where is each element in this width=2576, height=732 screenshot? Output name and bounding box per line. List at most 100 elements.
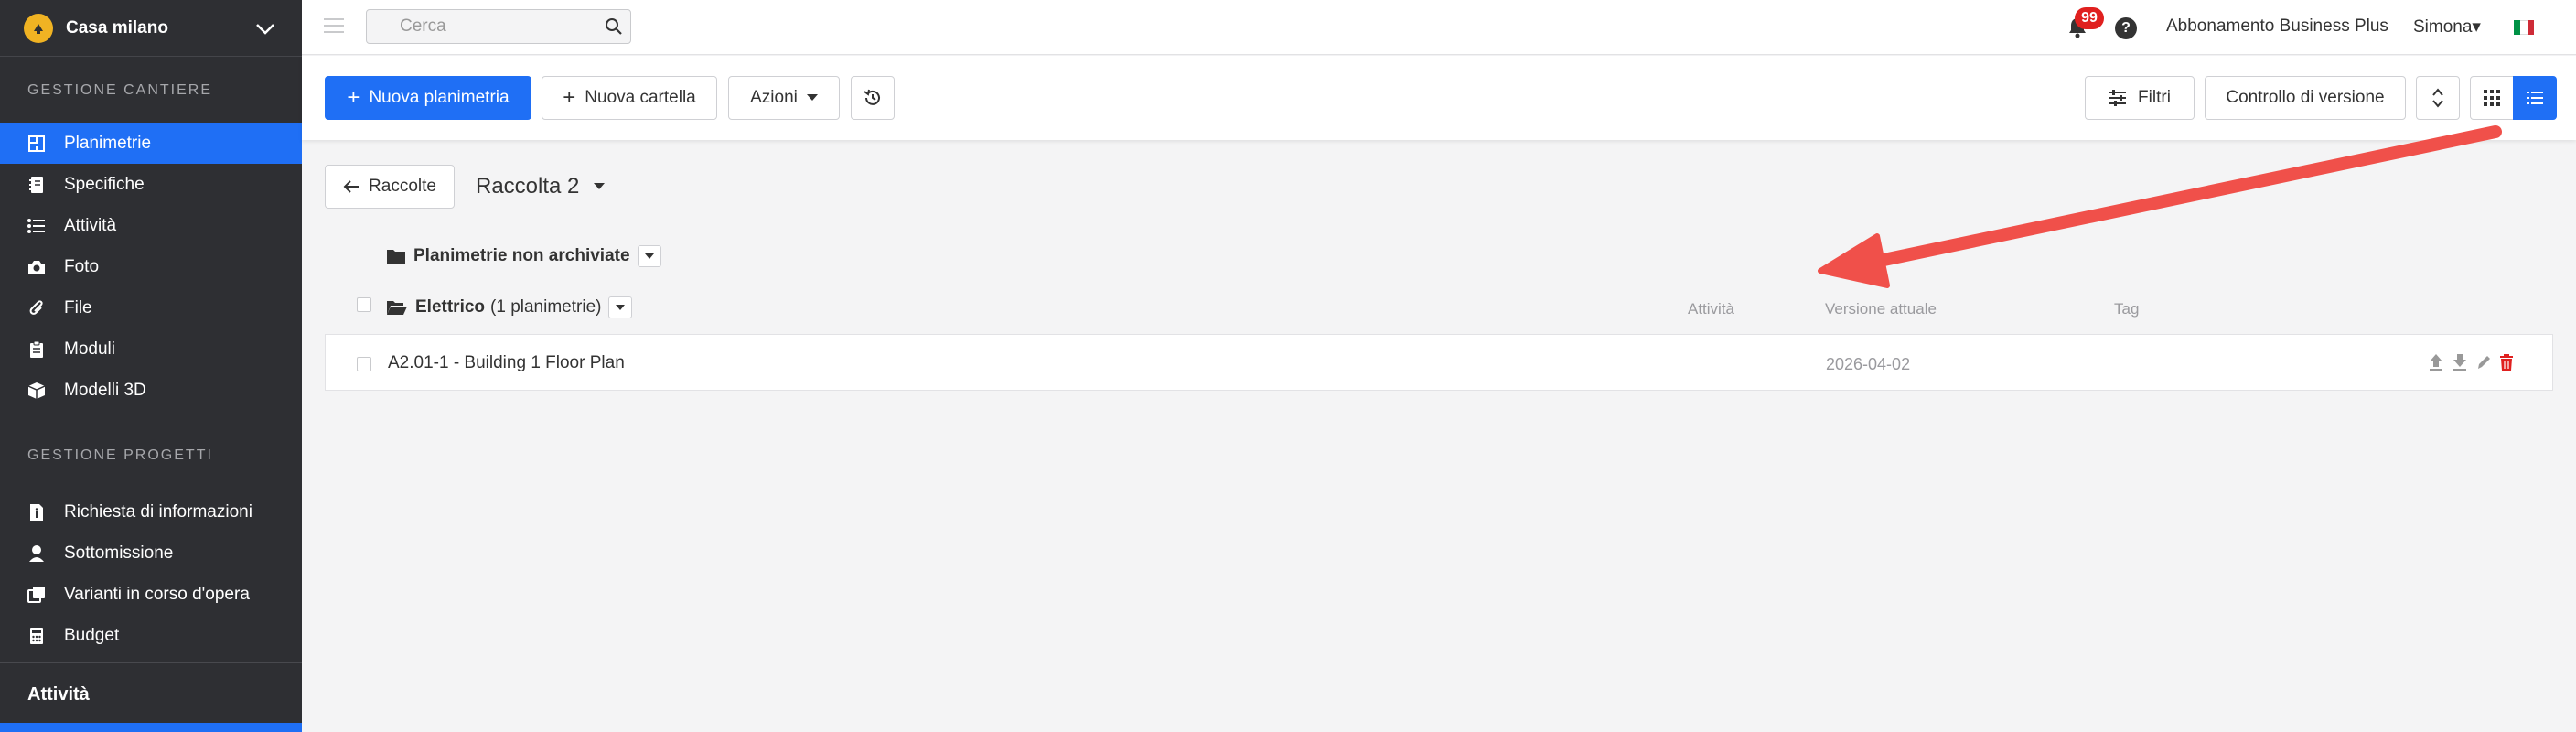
sidebar-item-foto[interactable]: Foto: [0, 246, 302, 287]
hamburger-menu-icon[interactable]: [324, 18, 344, 35]
plan-name[interactable]: A2.01-1 - Building 1 Floor Plan: [388, 353, 625, 373]
calculator-icon: [27, 627, 46, 645]
sidebar-item-label: Richiesta di informazioni: [64, 501, 252, 522]
arrow-left-icon: [343, 180, 360, 193]
plus-icon: +: [347, 85, 360, 110]
camera-icon: [27, 258, 46, 276]
folder-count: (1 planimetrie): [490, 297, 602, 317]
sidebar-item-label: Attività: [64, 215, 117, 235]
folder-menu-button[interactable]: [608, 296, 633, 318]
sidebar-item-label: File: [64, 297, 92, 318]
collection-title[interactable]: Raccolta 2: [476, 174, 606, 199]
column-header-activities[interactable]: Attività: [1688, 300, 1734, 318]
list-icon: [27, 217, 46, 235]
top-bar: 99 ? Abbonamento Business Plus Simona▾: [302, 0, 2576, 55]
search-box: [366, 9, 631, 44]
toolbar: + Nuova planimetria + Nuova cartella Azi…: [302, 56, 2576, 140]
back-label: Raccolte: [369, 177, 436, 196]
sidebar-item-label: Budget: [64, 625, 120, 645]
search-icon[interactable]: [605, 17, 623, 36]
caret-down-icon: [644, 253, 654, 259]
clipboard-icon: [27, 340, 46, 359]
subscription-link[interactable]: Abbonamento Business Plus: [2166, 16, 2388, 37]
sidebar-item-file[interactable]: File: [0, 287, 302, 328]
sidebar-item-budget[interactable]: Budget: [0, 615, 302, 656]
notebook-icon: [27, 176, 46, 194]
user-menu[interactable]: Simona▾: [2413, 16, 2481, 38]
version-control-button[interactable]: Controllo di versione: [2205, 76, 2406, 120]
upload-icon[interactable]: [2428, 353, 2444, 371]
info-doc-icon: [27, 503, 46, 522]
sidebar-item-planimetrie[interactable]: Planimetrie: [0, 123, 302, 164]
folder-row-elettrico[interactable]: Elettrico (1 planimetrie): [386, 296, 633, 318]
new-folder-button[interactable]: + Nuova cartella: [542, 76, 717, 120]
column-header-tag[interactable]: Tag: [2114, 300, 2139, 318]
list-view-button[interactable]: [2513, 76, 2557, 120]
grid-icon: [2484, 90, 2500, 106]
sidebar: Casa milano GESTIONE CANTIERE Planimetri…: [0, 0, 302, 732]
collection-title-text: Raccolta 2: [476, 174, 580, 199]
section-title-projects: GESTIONE PROGETTI: [27, 447, 213, 463]
row-actions: [2428, 353, 2514, 371]
actions-dropdown[interactable]: Azioni: [728, 76, 840, 120]
folder-menu-button[interactable]: [637, 245, 661, 267]
sort-button[interactable]: [2416, 76, 2460, 120]
caret-down-icon: [594, 183, 606, 189]
history-button[interactable]: [851, 76, 895, 120]
list-view-icon: [2527, 92, 2543, 104]
trash-icon[interactable]: [2499, 353, 2514, 371]
sidebar-section-attivita[interactable]: Attività: [27, 684, 90, 705]
sidebar-item-sottomissione[interactable]: Sottomissione: [0, 533, 302, 574]
sidebar-item-label: Moduli: [64, 339, 115, 359]
help-icon[interactable]: ?: [2115, 17, 2137, 39]
new-folder-label: Nuova cartella: [585, 88, 696, 107]
new-plan-label: Nuova planimetria: [369, 88, 510, 107]
project-logo-icon: [24, 13, 53, 43]
sidebar-item-label: Planimetrie: [64, 133, 152, 153]
folder-name: Elettrico: [415, 297, 486, 317]
unarchived-folder-label: Planimetrie non archiviate: [413, 246, 630, 265]
user-name: Simona: [2413, 17, 2473, 37]
new-plan-button[interactable]: + Nuova planimetria: [325, 76, 531, 120]
download-icon[interactable]: [2452, 353, 2468, 371]
back-to-collections-button[interactable]: Raccolte: [325, 165, 455, 209]
caret-down-icon: [806, 94, 818, 101]
project-selector[interactable]: Casa milano: [0, 0, 302, 57]
filters-label: Filtri: [2138, 88, 2171, 107]
sidebar-active-indicator: [0, 723, 302, 732]
sidebar-item-attivita[interactable]: Attività: [0, 205, 302, 246]
sort-icon: [2432, 88, 2443, 108]
caret-down-icon: [616, 305, 626, 310]
folder-icon: [387, 250, 405, 264]
sidebar-item-label: Specifiche: [64, 174, 145, 194]
sidebar-item-moduli[interactable]: Moduli: [0, 328, 302, 370]
notification-badge: 99: [2075, 7, 2104, 29]
project-name: Casa milano: [66, 17, 168, 38]
history-icon: [864, 89, 880, 105]
pencil-icon[interactable]: [2475, 353, 2492, 371]
sidebar-item-label: Modelli 3D: [64, 380, 146, 400]
sidebar-divider: [0, 662, 302, 663]
unarchived-folder-row[interactable]: Planimetrie non archiviate: [386, 245, 661, 267]
filters-button[interactable]: Filtri: [2085, 76, 2195, 120]
folder-open-icon: [387, 301, 407, 315]
table-row[interactable]: A2.01-1 - Building 1 Floor Plan 2026-04-…: [325, 334, 2553, 391]
select-all-checkbox[interactable]: [357, 297, 371, 312]
sidebar-item-label: Sottomissione: [64, 543, 174, 563]
sidebar-item-label: Foto: [64, 256, 100, 276]
actions-label: Azioni: [750, 88, 798, 107]
column-header-current-version[interactable]: Versione attuale: [1825, 300, 1937, 318]
search-input[interactable]: [367, 10, 586, 43]
sidebar-item-modelli-3d[interactable]: Modelli 3D: [0, 370, 302, 411]
sidebar-item-varianti[interactable]: Varianti in corso d'opera: [0, 574, 302, 615]
section-title-site: GESTIONE CANTIERE: [27, 82, 213, 98]
sidebar-item-label: Varianti in corso d'opera: [64, 584, 250, 604]
paperclip-icon: [27, 299, 46, 318]
sidebar-item-specifiche[interactable]: Specifiche: [0, 164, 302, 205]
row-checkbox[interactable]: [357, 357, 371, 371]
sidebar-item-rfi[interactable]: Richiesta di informazioni: [0, 491, 302, 533]
chevron-down-icon: [256, 23, 274, 35]
italian-flag-icon[interactable]: [2514, 20, 2534, 35]
person-icon: [27, 544, 46, 563]
grid-view-button[interactable]: [2470, 76, 2514, 120]
